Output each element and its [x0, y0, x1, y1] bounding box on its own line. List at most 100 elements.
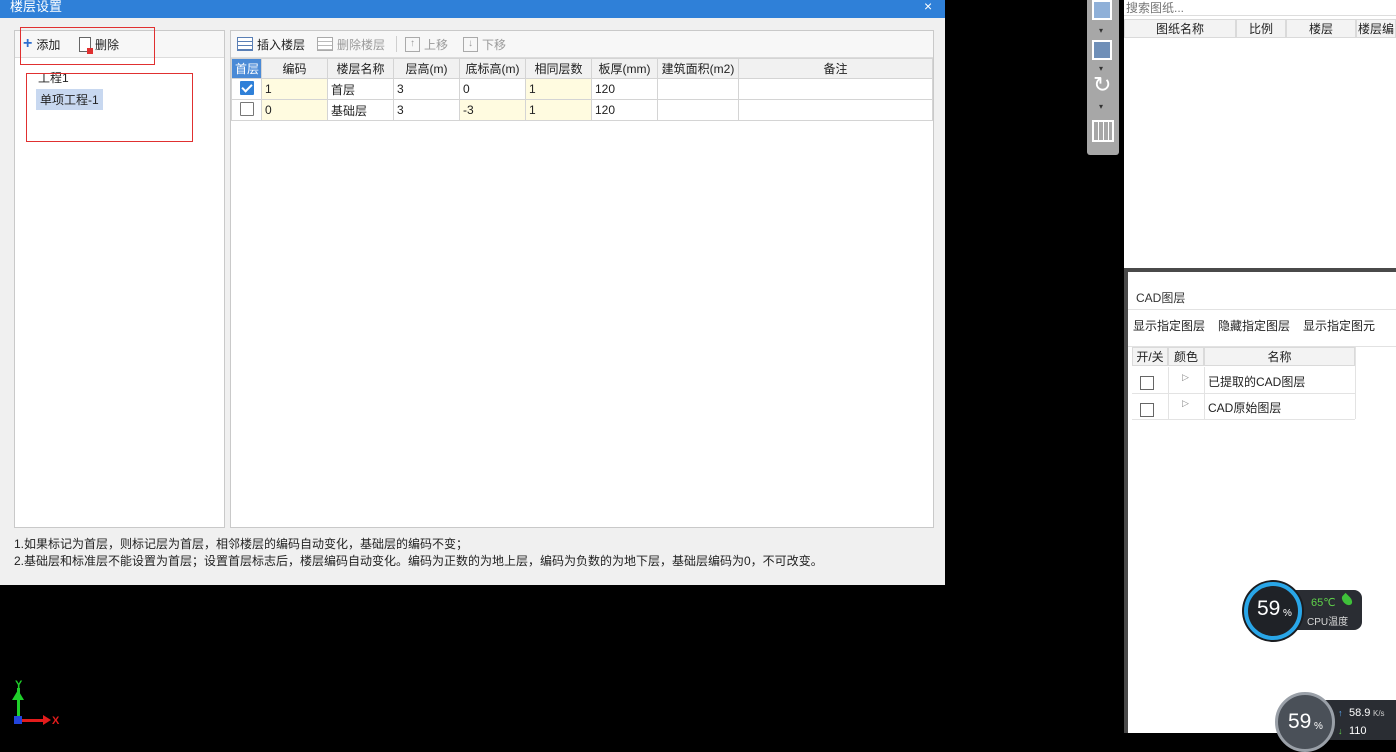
- cell-same[interactable]: 1: [525, 78, 592, 100]
- download-speed: 110: [1349, 725, 1367, 737]
- cad-title-divider: [1128, 285, 1396, 310]
- first-floor-checkbox-cell[interactable]: [231, 78, 262, 100]
- cell-area[interactable]: [657, 78, 739, 100]
- x-axis-arrow-icon: [43, 715, 51, 725]
- origin-marker: [14, 716, 22, 724]
- cell-note[interactable]: [738, 99, 933, 121]
- col-first-floor[interactable]: 首层: [231, 58, 262, 79]
- note-line-1: 1.如果标记为首层，则标记层为首层，相邻楼层的编码自动变化，基础层的编码不变；: [14, 537, 469, 551]
- show-layer-button[interactable]: 显示指定图层: [1133, 317, 1205, 334]
- show-element-button[interactable]: 显示指定图元: [1303, 317, 1375, 334]
- hide-layer-button[interactable]: 隐藏指定图层: [1218, 317, 1290, 334]
- rotate-icon[interactable]: ↻: [1093, 74, 1111, 96]
- move-up-button[interactable]: ↑ 上移: [405, 36, 448, 52]
- cell-bottom[interactable]: -3: [459, 99, 526, 121]
- cube-3d-view-icon[interactable]: [1092, 40, 1112, 60]
- x-axis-label: X: [52, 715, 60, 727]
- cpu-usage-gauge[interactable]: 59 %: [1244, 582, 1302, 640]
- checkbox-checked[interactable]: [239, 80, 254, 95]
- layer-toggle-checkbox[interactable]: [1140, 403, 1154, 417]
- close-icon[interactable]: ×: [924, 0, 932, 14]
- cell-same[interactable]: 1: [525, 99, 592, 121]
- insert-floor-icon: [237, 37, 253, 51]
- cube-top-view-icon[interactable]: [1092, 0, 1112, 20]
- col-color[interactable]: 颜色: [1168, 347, 1204, 366]
- first-floor-checkbox-cell[interactable]: [231, 99, 262, 121]
- cpu-usage-value: 59: [1257, 597, 1281, 620]
- floor-settings-dialog: 楼层设置 × + 添加 删除 工程1 单项工程-1 插入楼层 删除楼层 ↑ 上移…: [0, 0, 945, 585]
- col-drawing-name[interactable]: 图纸名称: [1124, 19, 1236, 38]
- delete-floor-button[interactable]: 删除楼层: [317, 36, 385, 52]
- col-scale[interactable]: 比例: [1236, 19, 1286, 38]
- table-row[interactable]: 1 首层 3 0 1 120: [231, 78, 933, 100]
- col-area[interactable]: 建筑面积(m2): [657, 58, 739, 79]
- cell-divider: [1168, 367, 1169, 393]
- col-thickness[interactable]: 板厚(mm): [591, 58, 658, 79]
- col-floor[interactable]: 楼层: [1286, 19, 1356, 38]
- cell-name[interactable]: 基础层: [327, 99, 394, 121]
- leaf-icon: [1339, 592, 1355, 608]
- annotation-box-tree: [26, 73, 193, 142]
- upload-unit: K/s: [1373, 709, 1385, 718]
- layer-name: CAD原始图层: [1208, 401, 1282, 415]
- cell-area[interactable]: [657, 99, 739, 121]
- move-down-button[interactable]: ↓ 下移: [463, 36, 506, 52]
- arrow-up-icon: ↑: [405, 36, 420, 52]
- dialog-titlebar[interactable]: 楼层设置 ×: [0, 0, 945, 18]
- cell-name[interactable]: 首层: [327, 78, 394, 100]
- cell-code[interactable]: 0: [261, 99, 328, 121]
- notes-text: 1.如果标记为首层，则标记层为首层，相邻楼层的编码自动变化，基础层的编码不变； …: [14, 536, 934, 570]
- col-onoff[interactable]: 开/关: [1132, 347, 1168, 366]
- table-right-border: [1355, 347, 1356, 419]
- cad-layers-panel: CAD图层 显示指定图层 隐藏指定图层 显示指定图元 开/关 颜色 名称 ▷ 已…: [1124, 268, 1396, 733]
- checkbox-unchecked[interactable]: [239, 101, 254, 116]
- cell-height[interactable]: 3: [393, 99, 460, 121]
- chevron-down-icon[interactable]: ▾: [1099, 102, 1103, 111]
- memory-usage-gauge[interactable]: 59 %: [1275, 692, 1335, 752]
- move-down-label: 下移: [482, 37, 507, 52]
- col-floor-code[interactable]: 楼层编: [1356, 19, 1396, 38]
- table-row[interactable]: 0 基础层 3 -3 1 120: [231, 99, 933, 121]
- upload-speed: 58.9: [1349, 707, 1371, 719]
- y-axis-arrow-icon: [12, 690, 24, 700]
- grid-view-icon[interactable]: [1092, 120, 1114, 142]
- toolbar-divider: [396, 36, 397, 52]
- drawing-search-input[interactable]: [1124, 0, 1396, 16]
- col-floor-name[interactable]: 楼层名称: [327, 58, 394, 79]
- expand-triangle-icon[interactable]: ▷: [1182, 372, 1189, 383]
- delete-floor-label: 删除楼层: [337, 37, 386, 52]
- col-layer-name[interactable]: 名称: [1204, 347, 1355, 366]
- layer-toggle-checkbox[interactable]: [1140, 376, 1154, 390]
- col-bottom[interactable]: 底标高(m): [459, 58, 526, 79]
- cell-thick[interactable]: 120: [591, 78, 658, 100]
- cad-layers-header: 开/关 颜色 名称: [1132, 347, 1355, 366]
- chevron-down-icon[interactable]: ▾: [1099, 26, 1103, 35]
- note-line-2: 2.基础层和标准层不能设置为首层；设置首层标志后，楼层编码自动变化。编码为正数的…: [14, 554, 823, 568]
- cell-divider: [1168, 393, 1169, 419]
- list-item[interactable]: ▷ 已提取的CAD图层: [1132, 367, 1355, 394]
- cpu-temp-label: CPU温度: [1307, 617, 1349, 628]
- col-same-count[interactable]: 相同层数: [525, 58, 592, 79]
- insert-floor-button[interactable]: 插入楼层: [237, 36, 305, 52]
- delete-floor-icon: [317, 37, 333, 51]
- expand-triangle-icon[interactable]: ▷: [1182, 398, 1189, 409]
- download-arrow-icon: ↓: [1338, 726, 1343, 736]
- cell-bottom[interactable]: 0: [459, 78, 526, 100]
- floor-table-panel: 插入楼层 删除楼层 ↑ 上移 ↓ 下移 首层 编码 楼层名称 层高(m) 底标高…: [230, 30, 934, 528]
- view-toolbar: ▾ ▾ ↻ ▾: [1087, 0, 1119, 155]
- col-code[interactable]: 编码: [261, 58, 328, 79]
- cell-code[interactable]: 1: [261, 78, 328, 100]
- list-item[interactable]: ▷ CAD原始图层: [1132, 393, 1355, 420]
- cell-thick[interactable]: 120: [591, 99, 658, 121]
- y-axis-label: Y: [15, 679, 23, 691]
- cell-divider: [1204, 393, 1205, 419]
- cpu-usage-unit: %: [1283, 608, 1292, 619]
- insert-floor-label: 插入楼层: [257, 37, 306, 52]
- col-note[interactable]: 备注: [738, 58, 933, 79]
- cell-note[interactable]: [738, 78, 933, 100]
- cell-height[interactable]: 3: [393, 78, 460, 100]
- col-height[interactable]: 层高(m): [393, 58, 460, 79]
- cell-divider: [1204, 367, 1205, 393]
- upload-arrow-icon: ↑: [1338, 708, 1343, 718]
- dialog-title: 楼层设置: [10, 0, 63, 14]
